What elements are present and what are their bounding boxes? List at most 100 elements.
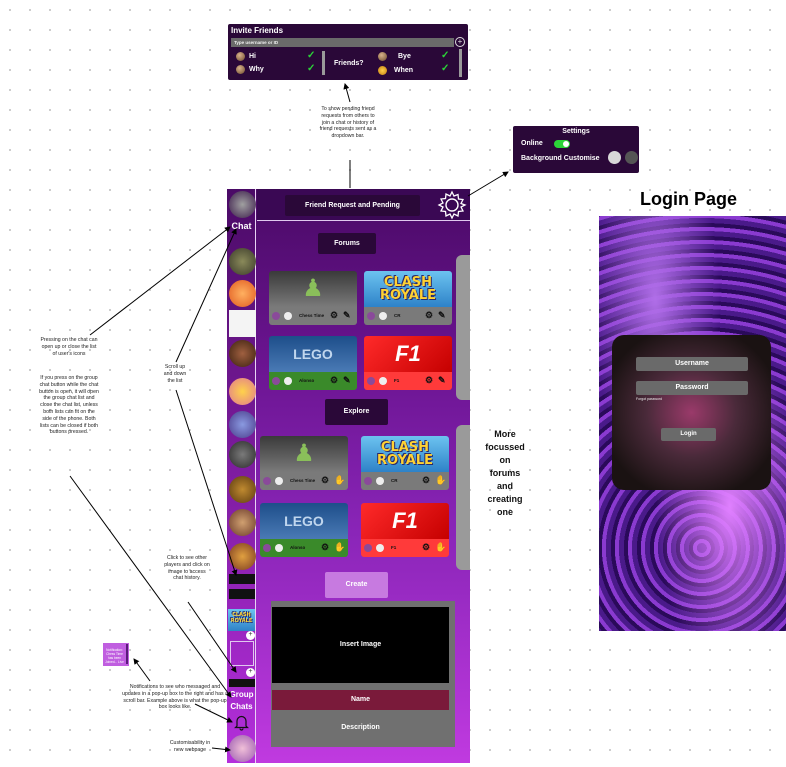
- gear-icon[interactable]: ⚙: [422, 543, 430, 552]
- edit-pen-icon[interactable]: ✎: [343, 376, 351, 385]
- password-field[interactable]: Password: [636, 381, 748, 395]
- name-input[interactable]: Name: [272, 690, 449, 710]
- forum-card[interactable]: LEGO Alonso ⚙ ✎: [269, 336, 357, 390]
- forum-footer: Chess Time ⚙ ✎: [269, 307, 357, 325]
- edit-pen-icon[interactable]: ✎: [438, 376, 446, 385]
- chat-avatar[interactable]: [229, 476, 256, 503]
- popup-text: Notification: Chess Time has been Joined…: [105, 648, 124, 664]
- explore-card[interactable]: LEGO Alonso ⚙ ✋: [260, 503, 348, 557]
- edit-pen-icon[interactable]: ✎: [343, 311, 351, 320]
- handshake-icon[interactable]: ✋: [334, 543, 345, 552]
- add-icon[interactable]: [379, 377, 387, 385]
- add-icon[interactable]: +: [246, 631, 255, 640]
- forums-tab[interactable]: Forums: [318, 233, 376, 254]
- friend-name[interactable]: Friends?: [334, 60, 364, 67]
- handshake-icon[interactable]: ✋: [435, 476, 446, 485]
- chat-sidebar: Chat CLASH ROYALE + + Group Chats: [227, 189, 256, 763]
- user-icon: [364, 477, 372, 485]
- arrow: [69, 475, 232, 698]
- chat-avatar[interactable]: [229, 280, 256, 307]
- chat-avatar[interactable]: [229, 441, 256, 468]
- note-group-toggle: If you press on the group chat button wh…: [39, 375, 99, 436]
- explore-card[interactable]: F1 F1 ⚙ ✋: [361, 503, 449, 557]
- collapsed-group-slot[interactable]: [229, 679, 255, 687]
- profile-avatar[interactable]: [229, 191, 256, 218]
- group-chats-button[interactable]: Group Chats: [227, 689, 256, 713]
- forgot-password-link[interactable]: Forgot password: [636, 397, 662, 401]
- friend-name[interactable]: Hi: [249, 53, 256, 60]
- gear-icon[interactable]: ⚙: [321, 476, 329, 485]
- friend-name[interactable]: Why: [249, 66, 264, 73]
- chat-avatar[interactable]: [229, 378, 256, 405]
- scrollbar[interactable]: [459, 49, 462, 77]
- chat-avatar[interactable]: [229, 310, 256, 337]
- forum-card[interactable]: F1 F1 ⚙ ✎: [364, 336, 452, 390]
- gear-icon[interactable]: ⚙: [422, 476, 430, 485]
- insert-image-area[interactable]: Insert Image: [272, 607, 449, 683]
- gear-icon[interactable]: ⚙: [330, 376, 338, 385]
- add-icon[interactable]: [275, 544, 283, 552]
- chat-button[interactable]: Chat: [227, 221, 256, 231]
- add-icon[interactable]: +: [246, 668, 255, 677]
- background-swatch-light[interactable]: [608, 151, 621, 164]
- explore-card[interactable]: CLASH ROYALE CR ⚙ ✋: [361, 436, 449, 490]
- chat-avatar[interactable]: [229, 248, 256, 275]
- chat-avatar[interactable]: [229, 340, 256, 367]
- add-icon[interactable]: [284, 312, 292, 320]
- forum-label: Chess Time: [299, 313, 325, 318]
- chat-avatar[interactable]: [229, 543, 256, 570]
- login-button[interactable]: Login: [661, 428, 716, 441]
- add-icon[interactable]: [376, 477, 384, 485]
- gear-icon[interactable]: ⚙: [425, 311, 433, 320]
- handshake-icon[interactable]: ✋: [435, 543, 446, 552]
- forum-card[interactable]: CLASH ROYALE CR ⚙ ✎: [364, 271, 452, 325]
- check-icon: ✓: [307, 50, 316, 61]
- chat-avatar[interactable]: [229, 509, 256, 536]
- collapsed-chat-slot[interactable]: [229, 574, 255, 584]
- collapsed-chat-slot[interactable]: [229, 589, 255, 599]
- online-toggle[interactable]: [554, 140, 570, 148]
- invite-friends-panel: Invite Friends Type username or ID + Hi …: [228, 24, 468, 80]
- forums-scroll-tab[interactable]: [456, 255, 470, 400]
- friend-name[interactable]: When: [394, 67, 413, 74]
- stickman-group-icon[interactable]: [230, 641, 254, 666]
- friend-avatar: [378, 52, 387, 61]
- username-field[interactable]: Username: [636, 357, 748, 371]
- add-icon[interactable]: [376, 544, 384, 552]
- forum-footer: CR ⚙ ✎: [364, 307, 452, 325]
- popup-scrollbar[interactable]: [126, 644, 128, 664]
- customise-avatar[interactable]: [229, 735, 256, 762]
- settings-gear-icon[interactable]: [436, 189, 468, 221]
- background-swatch-dark[interactable]: [625, 151, 638, 164]
- explore-tab[interactable]: Explore: [325, 399, 388, 425]
- arrow: [89, 226, 231, 336]
- handshake-icon[interactable]: ✋: [334, 476, 345, 485]
- settings-title: Settings: [562, 128, 590, 135]
- gear-icon[interactable]: ⚙: [330, 311, 338, 320]
- friend-name[interactable]: Bye: [398, 53, 411, 60]
- add-icon[interactable]: [379, 312, 387, 320]
- gear-icon[interactable]: ⚙: [321, 543, 329, 552]
- forum-image: F1: [361, 503, 449, 539]
- explore-card[interactable]: ♟ Chess Time ⚙ ✋: [260, 436, 348, 490]
- clash-royale-group-icon[interactable]: CLASH ROYALE: [228, 609, 255, 631]
- user-icon: [367, 312, 375, 320]
- add-icon[interactable]: [275, 477, 283, 485]
- edit-pen-icon[interactable]: ✎: [438, 311, 446, 320]
- add-icon[interactable]: [284, 377, 292, 385]
- check-icon: ✓: [307, 63, 316, 74]
- chat-avatar[interactable]: [229, 411, 256, 438]
- invite-search-input[interactable]: Type username or ID: [231, 38, 454, 47]
- description-input[interactable]: Description: [272, 714, 449, 741]
- create-button[interactable]: Create: [325, 572, 388, 598]
- forum-image: CLASH ROYALE: [361, 436, 449, 472]
- forum-card[interactable]: ♟ Chess Time ⚙ ✎: [269, 271, 357, 325]
- bell-icon[interactable]: [233, 714, 250, 731]
- friend-avatar: [378, 66, 387, 75]
- gear-icon[interactable]: ⚙: [425, 376, 433, 385]
- forum-image: LEGO: [269, 336, 357, 372]
- friend-request-button[interactable]: Friend Request and Pending: [285, 195, 420, 216]
- settings-panel: Settings Online Background Customise: [513, 126, 639, 173]
- add-friend-icon[interactable]: +: [455, 37, 465, 47]
- explore-scroll-tab[interactable]: [456, 425, 470, 570]
